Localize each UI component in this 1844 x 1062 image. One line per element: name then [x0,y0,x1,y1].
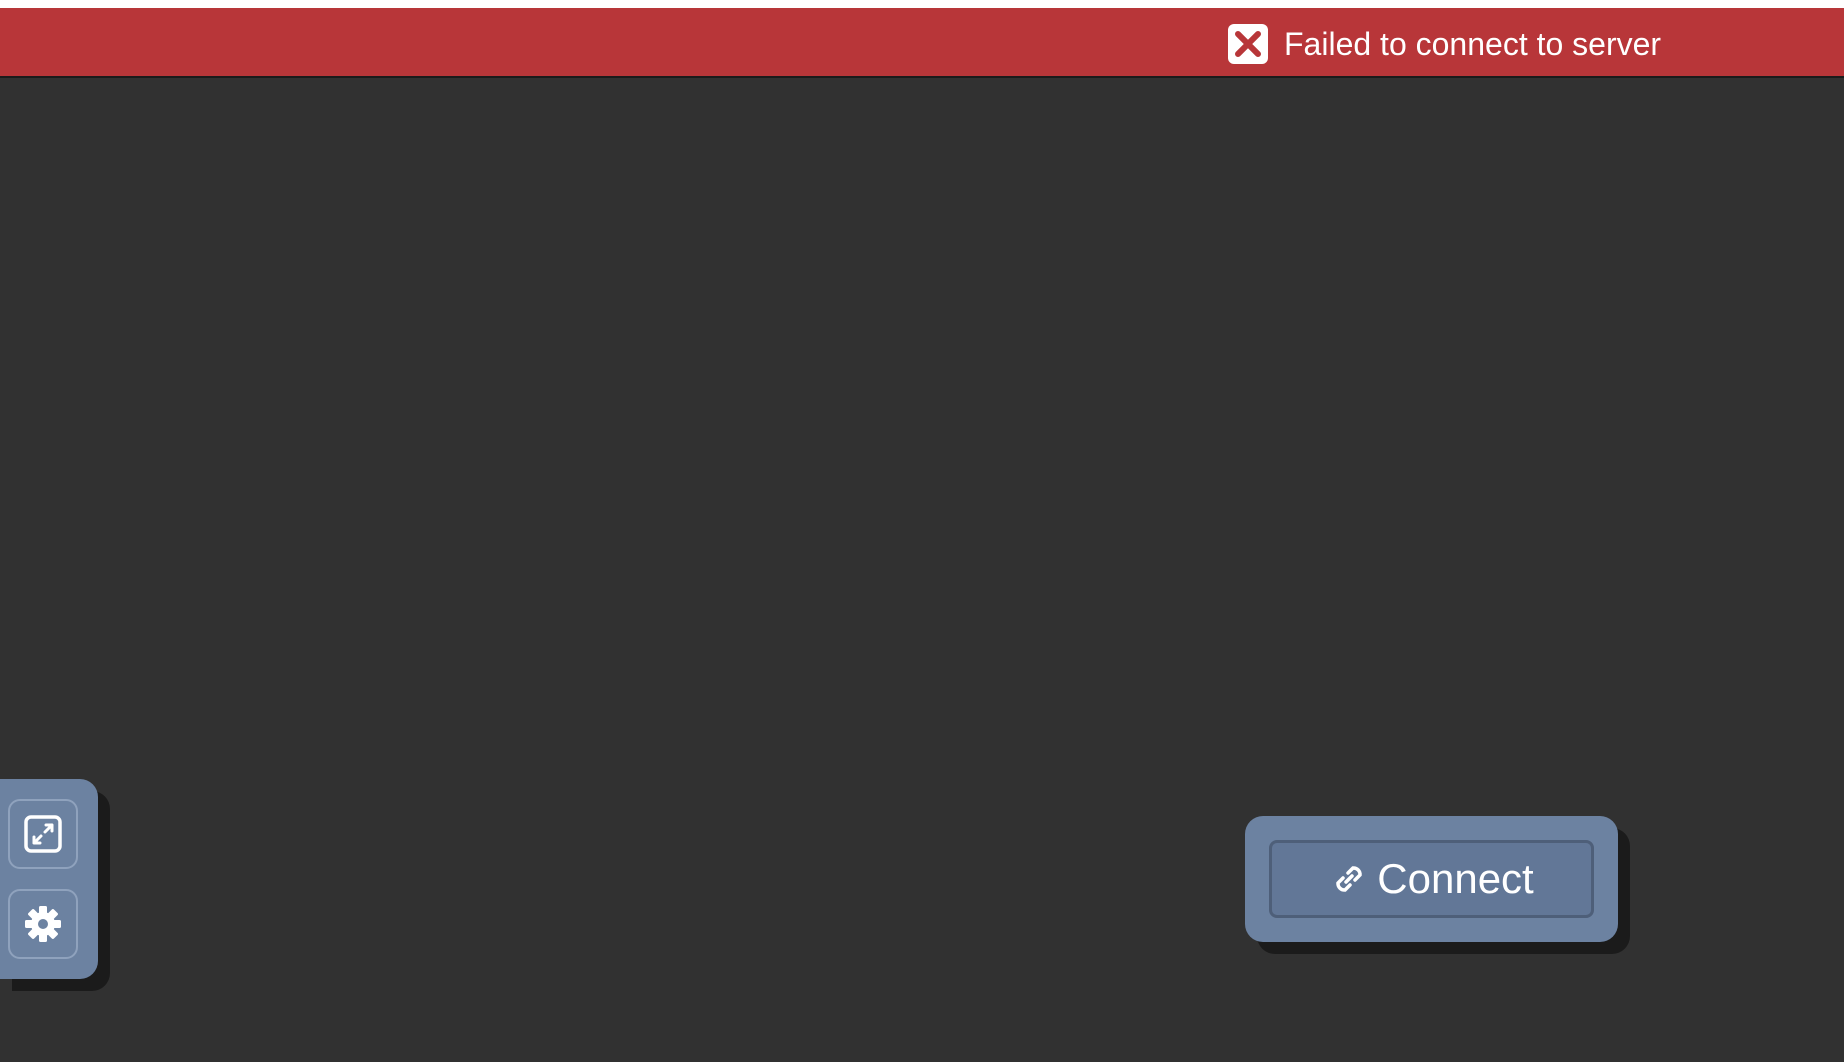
link-icon [1329,859,1369,899]
close-icon [1228,24,1268,64]
gear-icon [23,904,63,944]
top-strip [0,0,1844,8]
connect-label: Connect [1377,855,1534,902]
status-message: Failed to connect to server [1228,24,1661,64]
status-text: Failed to connect to server [1284,26,1662,62]
connect-panel: Connect [1245,816,1618,942]
fullscreen-button[interactable] [8,799,78,869]
settings-button[interactable] [8,889,78,959]
control-bar [0,779,98,979]
fullscreen-icon [23,814,63,854]
status-bar: Failed to connect to server [0,8,1844,78]
connect-button[interactable]: Connect [1269,840,1594,918]
